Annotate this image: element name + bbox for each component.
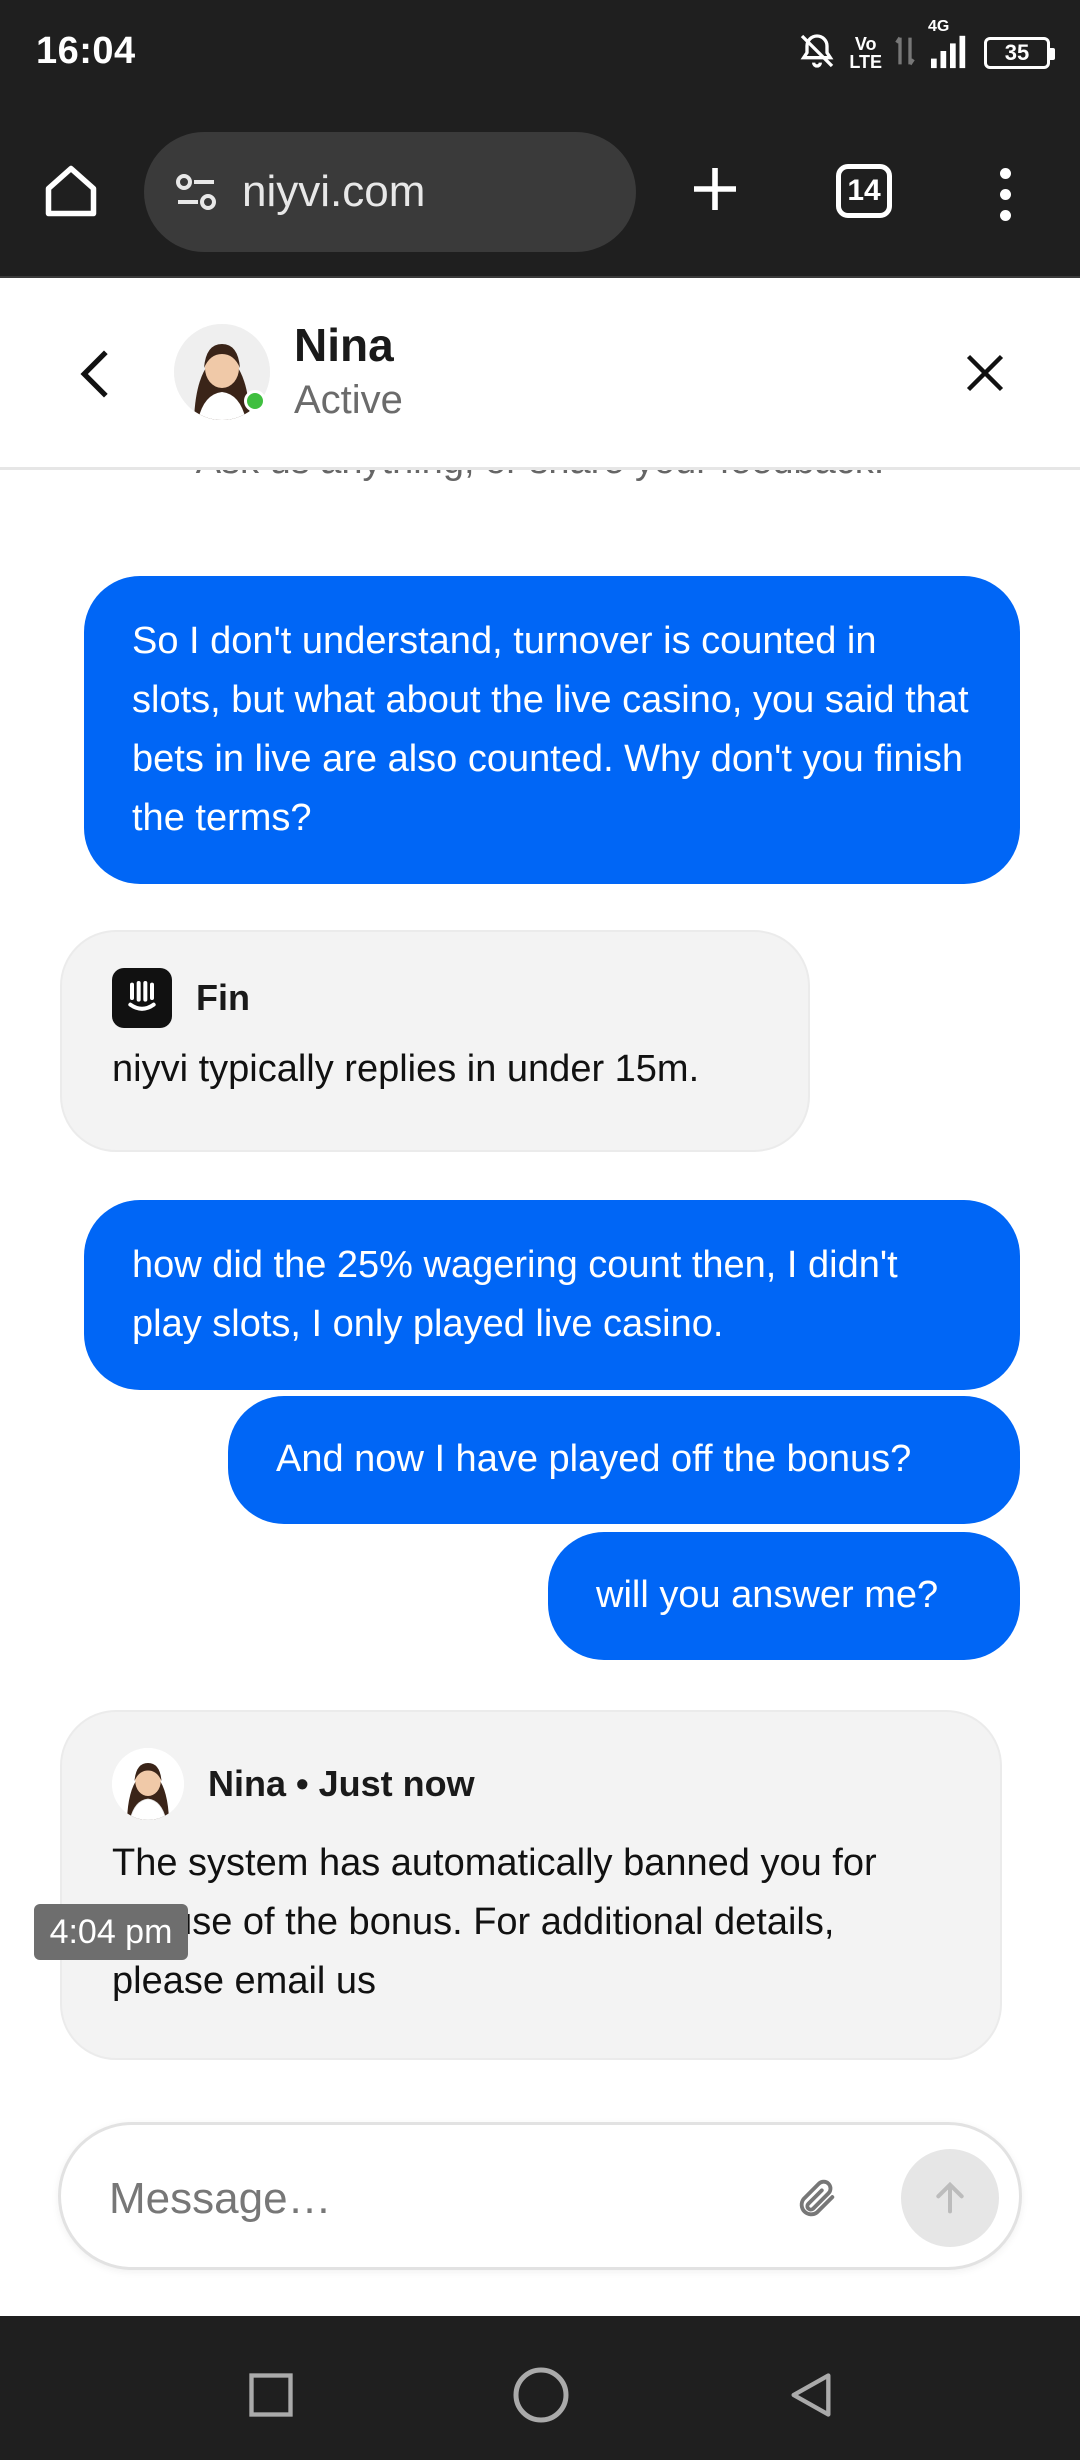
system-navigation-bar [0, 2316, 1080, 2460]
status-bar: 16:04 Vo LTE 4G 35 [0, 0, 1080, 110]
menu-dot [999, 209, 1011, 221]
paperclip-icon [799, 2179, 835, 2217]
message-text: The system has automatically banned you … [112, 1842, 877, 2002]
agent-avatar-small [112, 1748, 184, 1820]
agent-message: Nina • Just now The system has automatic… [60, 1710, 1002, 2060]
timestamp-tooltip: 4:04 pm [34, 1904, 188, 1960]
agent-message-header: Nina • Just now [112, 1748, 950, 1820]
agent-status: Active [294, 378, 403, 422]
signal-icon: 4G [928, 18, 972, 75]
bot-header: Fin [112, 968, 758, 1028]
chat-header: Nina Active [0, 278, 1080, 470]
plus-icon [694, 168, 736, 210]
data-transfer-icon [894, 31, 916, 76]
message-text: niyvi typically replies in under 15m. [112, 1048, 700, 1090]
user-message: will you answer me? [548, 1532, 1020, 1660]
home-button[interactable] [36, 156, 106, 226]
message-text: And now I have played off the bonus? [276, 1438, 912, 1480]
notifications-off-icon [797, 31, 837, 76]
address-bar[interactable]: niyvi.com [144, 132, 636, 252]
close-button[interactable] [958, 346, 1012, 400]
volte-top: Vo [854, 34, 877, 54]
volte-bottom: LTE [849, 52, 882, 72]
new-tab-button[interactable] [680, 154, 750, 224]
message-text: how did the 25% wagering count then, I d… [132, 1244, 898, 1345]
square-icon [249, 2373, 293, 2417]
message-input[interactable] [109, 2161, 789, 2237]
agent-message-meta: Nina • Just now [208, 1763, 475, 1804]
bot-message: Fin niyvi typically replies in under 15m… [60, 930, 810, 1152]
recents-button[interactable] [236, 2360, 306, 2430]
tab-count: 14 [847, 174, 881, 207]
back-nav-button[interactable] [776, 2360, 846, 2430]
attach-button[interactable] [787, 2169, 847, 2229]
home-nav-button[interactable] [506, 2360, 576, 2430]
user-message: And now I have played off the bonus? [228, 1396, 1020, 1524]
chevron-left-icon [80, 350, 108, 398]
triangle-back-icon [791, 2373, 831, 2417]
online-indicator [244, 390, 266, 412]
tab-switcher-button[interactable]: 14 [836, 164, 892, 218]
user-message: So I don't understand, turnover is count… [84, 576, 1020, 884]
status-time: 16:04 [36, 30, 136, 72]
site-settings-icon[interactable] [168, 164, 224, 220]
agent-name: Nina [294, 319, 394, 371]
message-text: So I don't understand, turnover is count… [132, 620, 969, 839]
network-type: 4G [928, 17, 950, 35]
menu-dot [999, 167, 1011, 179]
send-button[interactable] [901, 2149, 999, 2247]
message-composer [58, 2122, 1022, 2270]
home-icon [45, 165, 97, 217]
menu-dot [999, 188, 1011, 200]
bot-name: Fin [196, 977, 250, 1018]
status-icons: Vo LTE 4G 35 [797, 18, 1055, 78]
browser-toolbar: niyvi.com 14 [0, 110, 1080, 278]
battery-level: 35 [1004, 40, 1030, 65]
browser-menu-button[interactable] [980, 154, 1030, 234]
battery-icon: 35 [984, 37, 1055, 69]
url-text: niyvi.com [242, 167, 426, 216]
close-icon [966, 354, 1004, 392]
back-button[interactable] [70, 344, 120, 404]
user-message: how did the 25% wagering count then, I d… [84, 1200, 1020, 1390]
message-text: will you answer me? [596, 1574, 939, 1616]
fin-logo-icon [112, 968, 172, 1028]
circle-icon [513, 2367, 569, 2423]
arrow-up-icon [936, 2181, 964, 2214]
volte-icon: Vo LTE [849, 35, 882, 71]
